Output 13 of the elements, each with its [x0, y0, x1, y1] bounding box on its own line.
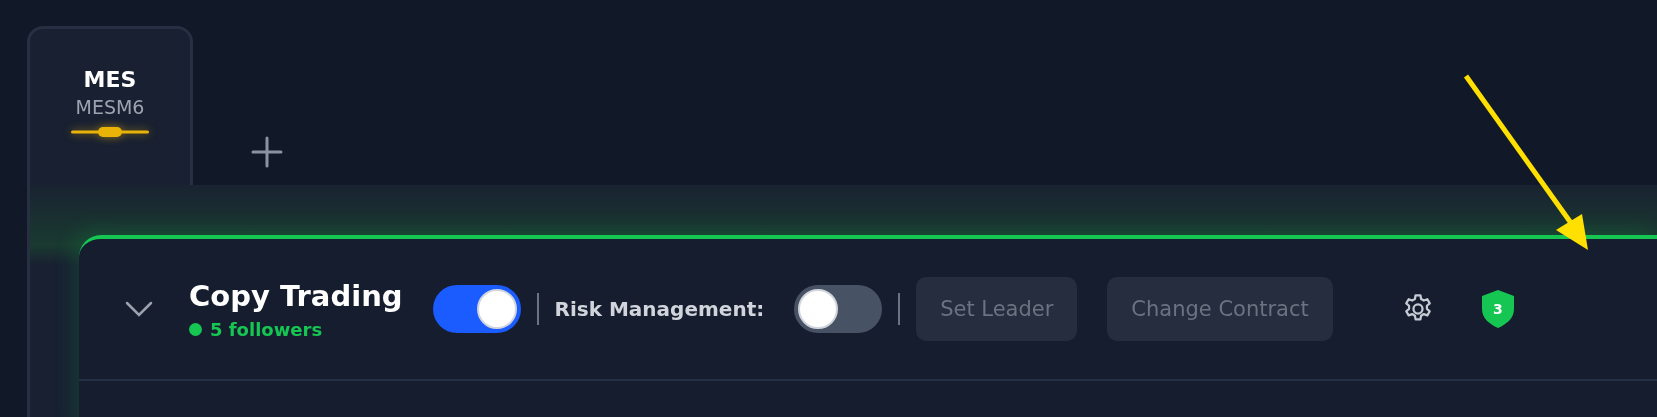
add-tab-icon[interactable]	[251, 136, 283, 168]
tab-contract: MESM6	[75, 96, 145, 118]
risk-management-label: Risk Management:	[554, 297, 765, 321]
card-title: Copy Trading	[189, 278, 403, 313]
followers-count: 5 followers	[210, 318, 323, 340]
slider-indicator-icon	[71, 126, 149, 138]
chevron-down-icon[interactable]	[124, 300, 154, 318]
risk-management-toggle[interactable]	[794, 285, 883, 333]
tab-symbol: MES	[83, 67, 137, 92]
status-dot	[189, 322, 202, 336]
instrument-tab[interactable]: MES MESM6	[27, 26, 193, 185]
shield-badge[interactable]: 3	[1480, 289, 1515, 329]
copy-trading-toggle[interactable]	[432, 285, 521, 333]
